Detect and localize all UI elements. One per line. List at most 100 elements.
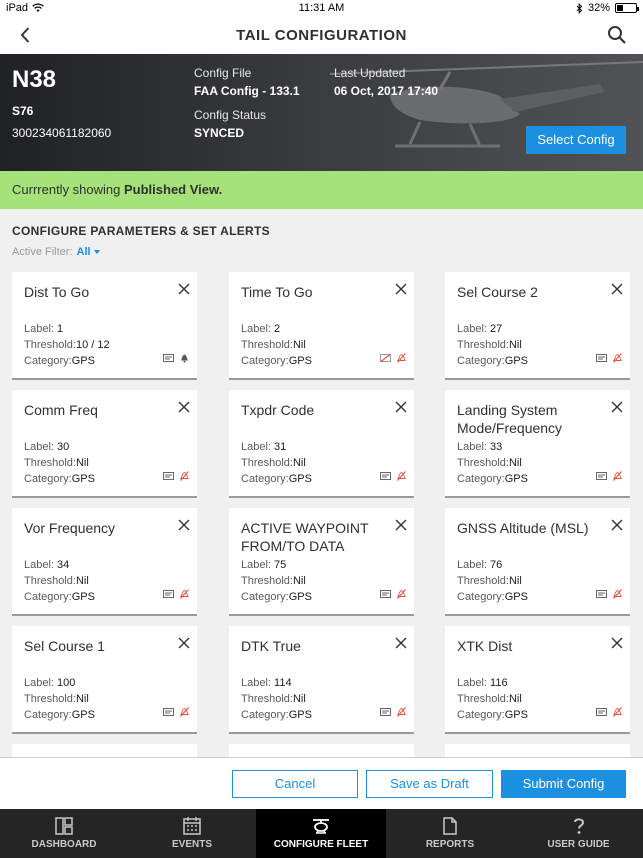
parameter-category-row: Category:GPS xyxy=(241,353,312,369)
close-icon[interactable] xyxy=(395,283,407,295)
parameter-card-partial[interactable] xyxy=(12,744,197,757)
bell-off-icon[interactable] xyxy=(613,707,622,717)
close-icon[interactable] xyxy=(611,283,623,295)
category-value: GPS xyxy=(71,355,95,367)
parameter-status-icons xyxy=(380,707,406,717)
parameter-status-icons xyxy=(163,707,189,717)
parameter-card[interactable]: Sel Course 1 Label: 100 Threshold:Nil Categ… xyxy=(12,626,197,734)
close-icon[interactable] xyxy=(611,519,623,531)
label-value: 116 xyxy=(490,677,508,689)
category-value: GPS xyxy=(71,591,95,603)
close-icon[interactable] xyxy=(611,401,623,413)
text-icon[interactable] xyxy=(596,590,607,598)
close-icon[interactable] xyxy=(178,401,190,413)
search-icon[interactable] xyxy=(605,23,629,47)
tab-user-guide[interactable]: USER GUIDE xyxy=(514,809,643,858)
tab-label: REPORTS xyxy=(425,839,475,850)
bell-off-icon[interactable] xyxy=(397,471,406,481)
bell-off-icon[interactable] xyxy=(613,353,622,363)
dashboard-icon xyxy=(54,816,74,836)
parameter-label-row: Label: 34 xyxy=(24,557,95,573)
text-icon[interactable] xyxy=(596,354,607,362)
parameter-card[interactable]: Dist To Go Label: 1 Threshold:10 / 12 Categ… xyxy=(12,272,197,380)
category-caption: Category: xyxy=(241,355,289,367)
battery-percent: 32% xyxy=(587,2,610,14)
bell-icon[interactable] xyxy=(180,353,189,363)
threshold-value: Nil xyxy=(508,693,522,705)
text-icon[interactable] xyxy=(163,708,174,716)
submit-config-button[interactable]: Submit Config xyxy=(501,770,626,798)
parameter-card-partial[interactable] xyxy=(229,744,414,757)
bell-off-icon[interactable] xyxy=(397,707,406,717)
parameter-card[interactable]: Comm Freq Label: 30 Threshold:Nil Category:… xyxy=(12,390,197,498)
label-value: 2 xyxy=(274,323,281,335)
text-off-icon[interactable] xyxy=(380,354,391,362)
bell-off-icon[interactable] xyxy=(397,589,406,599)
tab-configure-fleet[interactable]: CONFIGURE FLEET xyxy=(256,809,386,858)
threshold-caption: Threshold: xyxy=(241,693,293,705)
threshold-caption: Threshold: xyxy=(457,575,509,587)
parameter-label-row: Label: 114 xyxy=(241,675,312,691)
parameter-label-row: Label: 33 xyxy=(457,439,528,455)
parameter-grid: Dist To Go Label: 1 Threshold:10 / 12 Categ… xyxy=(12,272,631,757)
bell-off-icon[interactable] xyxy=(180,471,189,481)
parameter-meta: Label: 114 Threshold:Nil Category:GPS xyxy=(241,675,312,723)
parameter-card-partial[interactable] xyxy=(445,744,630,757)
parameter-threshold-row: Threshold:Nil xyxy=(241,337,312,353)
cancel-button[interactable]: Cancel xyxy=(232,770,358,798)
category-value: GPS xyxy=(504,709,528,721)
select-config-button[interactable]: Select Config xyxy=(526,126,626,154)
text-icon[interactable] xyxy=(163,590,174,598)
parameter-card[interactable]: Sel Course 2 Label: 27 Threshold:Nil Catego… xyxy=(445,272,630,380)
parameter-status-icons xyxy=(596,589,622,599)
parameter-card[interactable]: Time To Go Label: 2 Threshold:Nil Category:… xyxy=(229,272,414,380)
parameter-card[interactable]: Vor Frequency Label: 34 Threshold:Nil Categ… xyxy=(12,508,197,616)
close-icon[interactable] xyxy=(395,401,407,413)
text-icon[interactable] xyxy=(163,472,174,480)
tab-label: USER GUIDE xyxy=(547,839,610,850)
close-icon[interactable] xyxy=(395,637,407,649)
label-caption: Label: xyxy=(457,323,491,335)
bell-off-icon[interactable] xyxy=(613,471,622,481)
question-icon xyxy=(569,816,589,836)
active-filter[interactable]: Active Filter: All xyxy=(12,246,100,258)
text-icon[interactable] xyxy=(163,354,174,362)
bell-off-icon[interactable] xyxy=(613,589,622,599)
category-value: GPS xyxy=(288,591,312,603)
action-bar: Cancel Save as Draft Submit Config xyxy=(0,757,643,809)
bell-off-icon[interactable] xyxy=(180,589,189,599)
parameter-card[interactable]: ACTIVE WAYPOINT FROM/TO DATA Label: 75 Thr… xyxy=(229,508,414,616)
parameter-card[interactable]: XTK Dist Label: 116 Threshold:Nil Category:… xyxy=(445,626,630,734)
parameter-category-row: Category:GPS xyxy=(24,471,95,487)
filter-value[interactable]: All xyxy=(77,246,91,258)
parameter-card[interactable]: GNSS Altitude (MSL) Label: 76 Threshold:Ni… xyxy=(445,508,630,616)
label-caption: Label: xyxy=(241,323,275,335)
parameter-card[interactable]: Txpdr Code Label: 31 Threshold:Nil Category… xyxy=(229,390,414,498)
close-icon[interactable] xyxy=(178,637,190,649)
close-icon[interactable] xyxy=(395,519,407,531)
parameter-meta: Label: 27 Threshold:Nil Category:GPS xyxy=(457,321,528,369)
parameter-threshold-row: Threshold:Nil xyxy=(457,337,528,353)
text-icon[interactable] xyxy=(596,472,607,480)
text-icon[interactable] xyxy=(596,708,607,716)
tab-events[interactable]: EVENTS xyxy=(128,809,256,858)
bell-off-icon[interactable] xyxy=(180,707,189,717)
caret-down-icon[interactable] xyxy=(93,250,100,255)
close-icon[interactable] xyxy=(178,519,190,531)
bell-off-icon[interactable] xyxy=(397,353,406,363)
parameter-card[interactable]: Landing System Mode/Frequency Label: 33 Th… xyxy=(445,390,630,498)
parameter-category-row: Category:GPS xyxy=(457,589,528,605)
parameter-threshold-row: Threshold:Nil xyxy=(24,691,95,707)
label-caption: Label: xyxy=(24,677,58,689)
text-icon[interactable] xyxy=(380,472,391,480)
tab-dashboard[interactable]: DASHBOARD xyxy=(0,809,128,858)
close-icon[interactable] xyxy=(611,637,623,649)
threshold-caption: Threshold: xyxy=(457,693,509,705)
tab-reports[interactable]: REPORTS xyxy=(386,809,514,858)
save-draft-button[interactable]: Save as Draft xyxy=(366,770,493,798)
document-icon xyxy=(440,816,460,836)
parameter-card[interactable]: DTK True Label: 114 Threshold:Nil Category:… xyxy=(229,626,414,734)
text-icon[interactable] xyxy=(380,708,391,716)
text-icon[interactable] xyxy=(380,590,391,598)
close-icon[interactable] xyxy=(178,283,190,295)
